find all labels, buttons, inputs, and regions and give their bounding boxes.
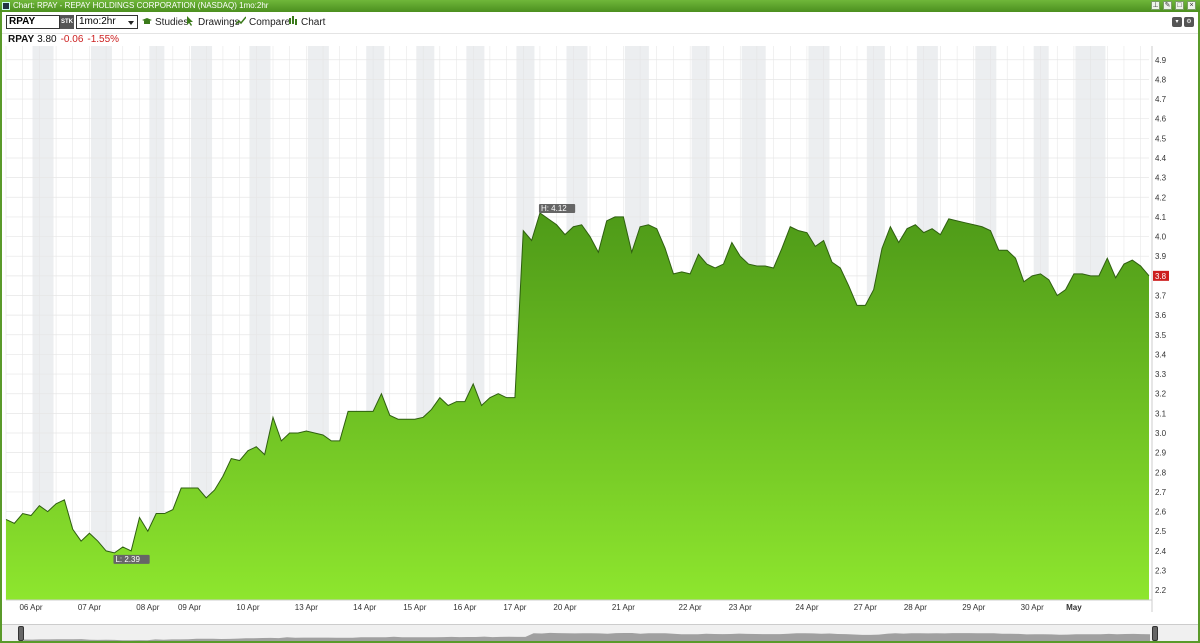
quote-line: RPAY 3.80 -0.06 -1.55% [8,34,119,45]
candlestick-icon [289,16,297,25]
range-start-handle[interactable] [18,626,24,641]
window-controls: ⊥ ✎ □ × [1151,1,1196,10]
compare-button[interactable]: Compare [236,16,290,29]
y-tick-label: 2.5 [1155,527,1167,536]
x-tick-label: 27 Apr [854,603,877,612]
high-label: H: 4.12 [541,204,567,213]
quote-percent: -1.55% [87,34,120,45]
compare-icon [236,16,246,25]
quote-symbol: RPAY [8,34,35,45]
y-tick-label: 4.6 [1155,115,1167,124]
y-tick-label: 4.4 [1155,154,1167,163]
y-tick-label: 3.9 [1155,252,1167,261]
chevron-down-icon [128,21,134,25]
y-tick-label: 4.8 [1155,75,1167,84]
x-tick-label: 20 Apr [553,603,576,612]
y-tick-label: 3.0 [1155,429,1167,438]
security-type-badge: STK [60,15,74,29]
studies-button[interactable]: Studies [142,16,188,29]
x-tick-label: 17 Apr [503,603,526,612]
x-tick-label: 22 Apr [679,603,702,612]
session-band [90,46,112,600]
y-tick-label: 3.2 [1155,390,1167,399]
cursor-icon [187,16,193,26]
x-tick-label: 15 Apr [403,603,426,612]
chart-type-button[interactable]: Chart [288,16,325,29]
x-tick-label: 30 Apr [1021,603,1044,612]
y-tick-label: 2.4 [1155,547,1167,556]
quote-change: -0.06 [60,34,84,45]
navigator-mini-chart [24,632,1150,641]
restore-icon[interactable]: □ [1175,1,1184,10]
pin-icon[interactable]: ⊥ [1151,1,1160,10]
x-tick-label: 29 Apr [962,603,985,612]
y-tick-label: 4.1 [1155,213,1167,222]
y-tick-label: 2.9 [1155,449,1167,458]
price-chart[interactable]: 2.2 2.3 2.4 2.5 2.6 2.7 2.8 2.9 3.0 3.1 3.2 3.3 3.4 3… [2,12,1198,624]
x-tick-label: 14 Apr [353,603,376,612]
x-tick-label: 09 Apr [178,603,201,612]
y-tick-label: 4.2 [1155,193,1167,202]
y-tick-label: 2.7 [1155,488,1167,497]
app-icon [2,2,10,10]
y-tick-label: 4.3 [1155,174,1167,183]
period-select[interactable]: 1mo:2hr [76,15,138,29]
settings-icon[interactable]: ⚙ [1184,17,1194,27]
x-tick-label: 21 Apr [612,603,635,612]
y-tick-label: 3.6 [1155,311,1167,320]
symbol-input[interactable]: RPAY [6,15,60,29]
y-tick-label: 2.6 [1155,508,1167,517]
y-tick-label: 4.0 [1155,233,1167,242]
chart-label: Chart [301,17,326,28]
y-tick-label: 3.4 [1155,350,1167,359]
x-tick-label: 10 Apr [236,603,259,612]
navigator-series [24,632,1150,641]
price-area [6,212,1149,601]
x-tick-label: 24 Apr [795,603,818,612]
x-tick-label: 23 Apr [729,603,752,612]
x-tick-label: 06 Apr [19,603,42,612]
current-price-label: 3.8 [1155,272,1167,281]
chart-options: ▾ ⚙ [1172,17,1194,27]
y-tick-label: 4.7 [1155,95,1167,104]
range-end-handle[interactable] [1152,626,1158,641]
y-tick-label: 3.3 [1155,370,1167,379]
studies-label: Studies [155,17,189,28]
x-tick-label: May [1066,603,1082,612]
dropdown-icon[interactable]: ▾ [1172,17,1182,27]
y-tick-label: 2.2 [1155,586,1167,595]
y-tick-label: 2.8 [1155,468,1167,477]
edit-icon[interactable]: ✎ [1163,1,1172,10]
drawings-label: Drawings [198,17,240,28]
y-tick-label: 3.1 [1155,409,1167,418]
range-navigator[interactable] [2,624,1198,641]
mortarboard-icon [142,18,152,24]
y-tick-label: 2.3 [1155,567,1167,576]
y-tick-label: 4.5 [1155,134,1167,143]
quote-price: 3.80 [37,34,57,45]
window-titlebar: Chart: RPAY - REPAY HOLDINGS CORPORATION… [0,0,1200,12]
x-tick-label: 08 Apr [136,603,159,612]
x-tick-label: 28 Apr [904,603,927,612]
x-tick-label: 13 Apr [295,603,318,612]
low-label: L: 2.39 [115,555,140,564]
window-title: Chart: RPAY - REPAY HOLDINGS CORPORATION… [13,1,269,10]
compare-label: Compare [249,17,291,28]
y-tick-label: 3.5 [1155,331,1167,340]
chart-toolbar: RPAY STK 1mo:2hr Studies Drawings Compar… [2,12,1198,34]
x-tick-label: 16 Apr [453,603,476,612]
period-value: 1mo:2hr [79,16,116,27]
close-icon[interactable]: × [1187,1,1196,10]
y-tick-label: 3.7 [1155,291,1167,300]
x-tick-label: 07 Apr [78,603,101,612]
drawings-button[interactable]: Drawings [185,16,240,29]
chart-panel: 2.2 2.3 2.4 2.5 2.6 2.7 2.8 2.9 3.0 3.1 3.2 3.3 3.4 3… [2,12,1198,641]
y-tick-label: 4.9 [1155,56,1167,65]
